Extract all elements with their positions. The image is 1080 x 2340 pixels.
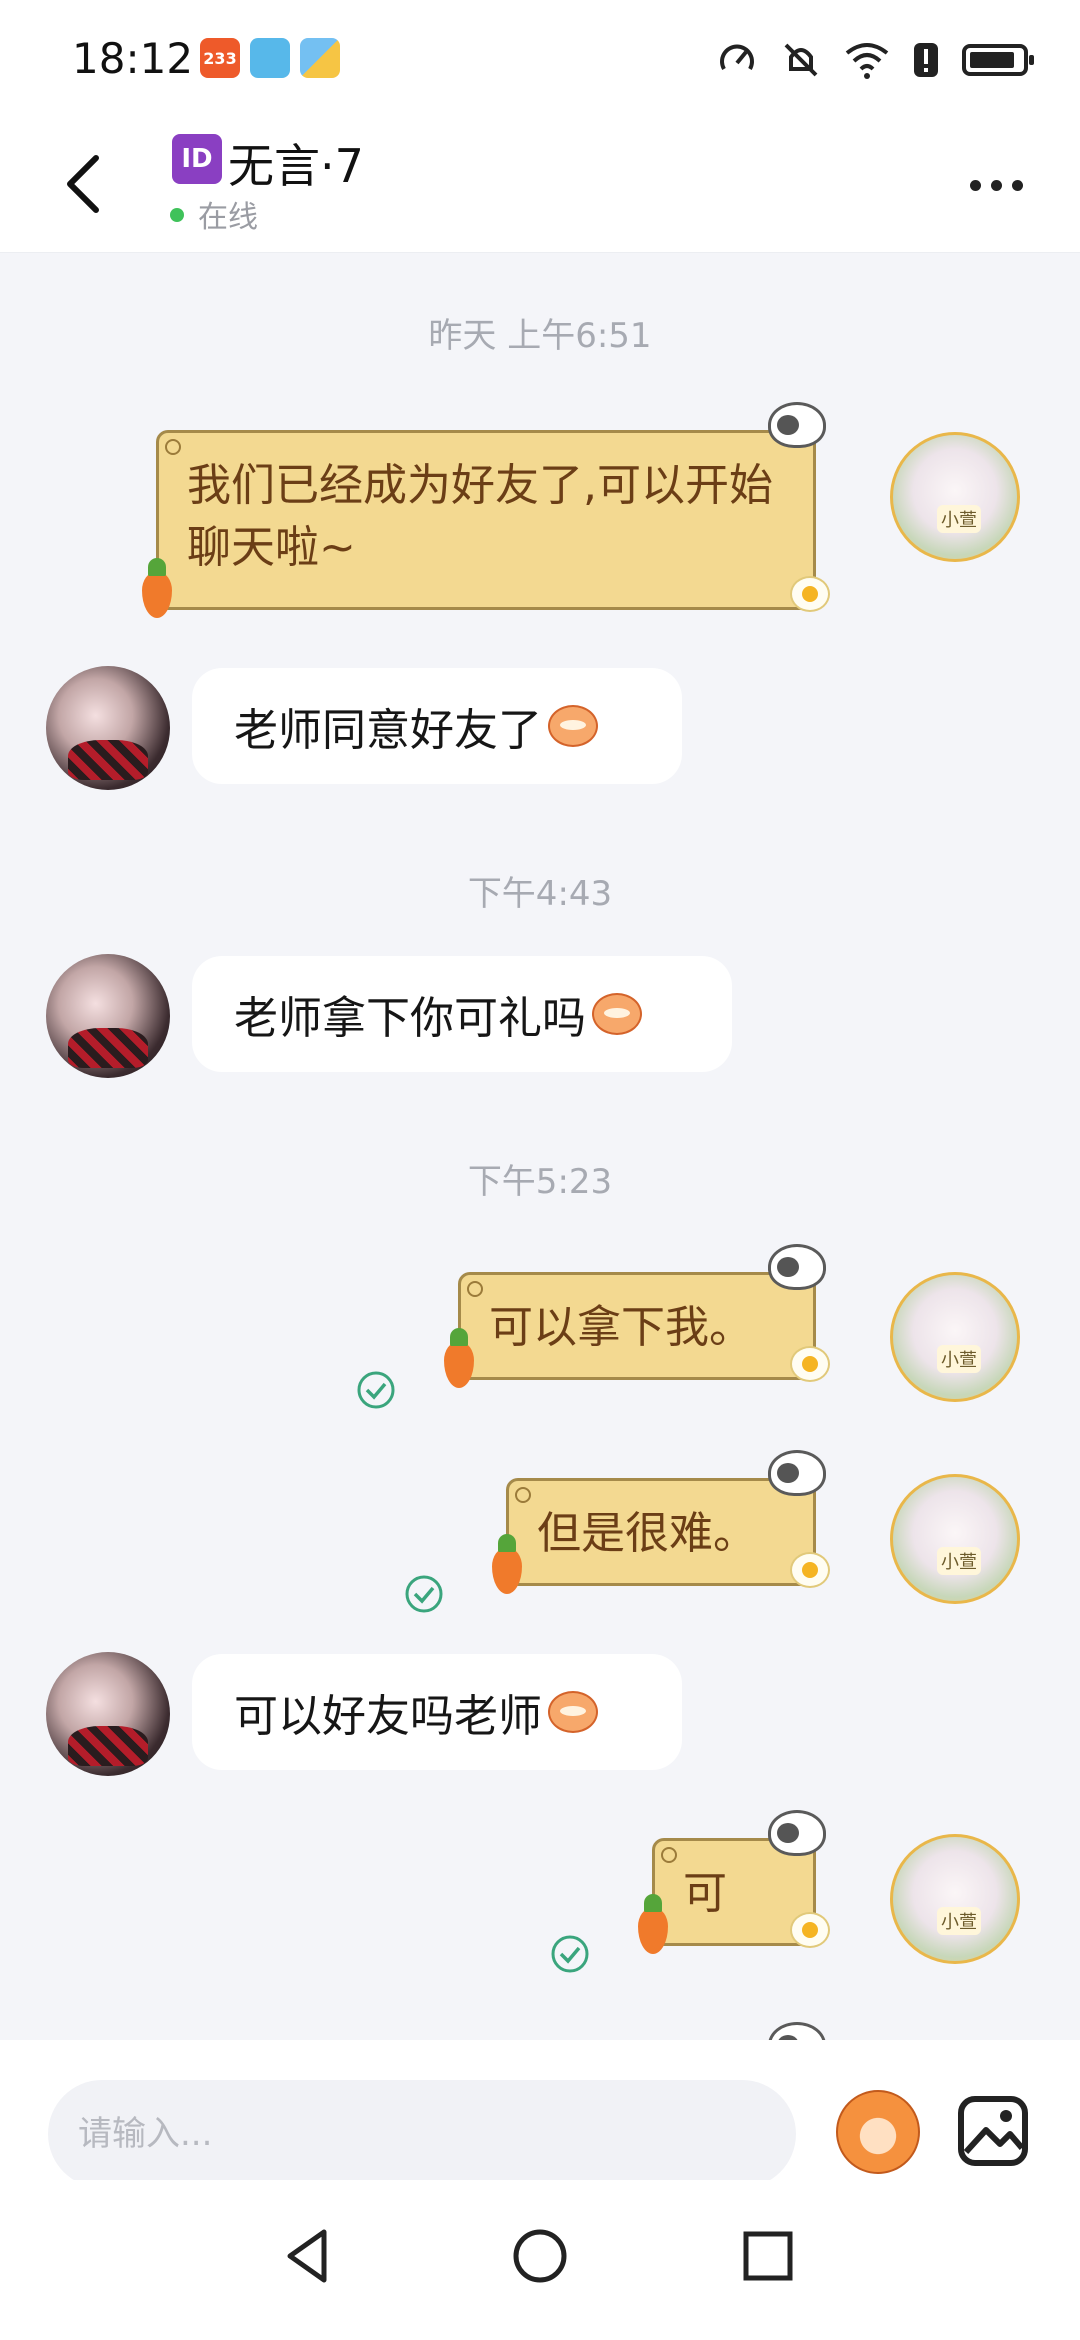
my-avatar[interactable]: 小萱	[890, 1272, 1020, 1402]
pin-icon	[661, 1847, 677, 1863]
message-bubble[interactable]: 我们已经成为好友了,可以开始聊天啦~	[156, 430, 816, 610]
carrot-sticker-icon	[492, 1534, 522, 1594]
message-text: 但是很难。	[537, 1508, 757, 1559]
more-options-button[interactable]	[970, 170, 1030, 200]
dot-icon	[970, 179, 981, 191]
id-badge-label: ID	[181, 144, 213, 174]
weather-app-icon	[300, 38, 340, 78]
input-bar	[0, 2040, 1080, 2188]
id-badge-icon: ID	[172, 134, 222, 184]
monkey-shock-icon	[548, 1691, 598, 1733]
mute-icon	[784, 43, 818, 77]
nav-home-button[interactable]	[508, 2224, 572, 2288]
cat-sticker-icon	[768, 1450, 826, 1496]
cat-sticker-icon	[768, 2022, 826, 2040]
pin-icon	[467, 1281, 483, 1297]
carrot-sticker-icon	[444, 1328, 474, 1388]
carrot-sticker-icon	[142, 558, 172, 618]
message-text: 可以好友吗老师	[234, 1691, 542, 1742]
status-bar: 18:12 233	[0, 0, 1080, 120]
message-text: 我们已经成为好友了,可以开始聊天啦~	[187, 460, 773, 573]
emoji-button[interactable]	[836, 2090, 920, 2174]
pin-icon	[515, 1487, 531, 1503]
avatar-tag: 小萱	[937, 505, 981, 533]
monkey-laugh-icon	[548, 705, 598, 747]
status-time: 18:12	[72, 34, 194, 83]
chat-title[interactable]: 无言·7	[228, 130, 364, 196]
read-check-icon	[404, 1574, 444, 1614]
egg-sticker-icon	[790, 1346, 830, 1382]
my-avatar[interactable]: 小萱	[890, 1474, 1020, 1604]
read-check-icon	[550, 1934, 590, 1974]
message-bubble[interactable]: 老师同意好友了	[192, 668, 682, 784]
dot-icon	[1012, 179, 1023, 191]
egg-sticker-icon	[790, 1912, 830, 1948]
contact-avatar[interactable]	[46, 1652, 170, 1776]
online-dot-icon	[170, 208, 184, 222]
avatar-tag: 小萱	[937, 1547, 981, 1575]
message-input[interactable]	[48, 2080, 796, 2188]
message-timestamp: 下午4:43	[467, 874, 613, 914]
image-button[interactable]	[956, 2094, 1030, 2168]
message-bubble[interactable]: 老师拿下你可礼吗	[192, 956, 732, 1072]
message-text: 老师拿下你可礼吗	[234, 993, 586, 1044]
message-timestamp: 昨天 上午6:51	[428, 316, 652, 356]
egg-sticker-icon	[790, 576, 830, 612]
nav-back-button[interactable]	[276, 2224, 340, 2288]
back-button[interactable]	[56, 150, 116, 218]
egg-sticker-icon	[790, 1552, 830, 1588]
speed-icon	[720, 44, 754, 70]
cat-sticker-icon	[768, 1244, 826, 1290]
avatar-tag: 小萱	[937, 1907, 981, 1935]
message-timestamp: 下午5:23	[467, 1162, 613, 1202]
wifi-icon	[845, 43, 889, 79]
avatar-tag: 小萱	[937, 1345, 981, 1373]
notification-badge-count: 233	[203, 48, 237, 68]
message-text: 可以拿下我。	[489, 1302, 753, 1353]
nav-recents-button[interactable]	[736, 2224, 800, 2288]
message-bubble[interactable]: 可以拿下我。	[458, 1272, 816, 1380]
read-check-icon	[356, 1370, 396, 1410]
carrot-sticker-icon	[638, 1894, 668, 1954]
notification-233-icon: 233	[200, 38, 240, 78]
online-status: 在线	[198, 200, 258, 235]
book-app-icon	[250, 38, 290, 78]
status-icons	[716, 36, 1034, 84]
message-bubble[interactable]: 可以好友吗老师	[192, 1654, 682, 1770]
message-text: 可	[683, 1868, 727, 1919]
system-nav-bar	[0, 2180, 1080, 2340]
message-text: 老师同意好友了	[234, 705, 542, 756]
cat-sticker-icon	[768, 1810, 826, 1856]
contact-avatar[interactable]	[46, 954, 170, 1078]
dot-icon	[991, 179, 1002, 191]
cat-sticker-icon	[768, 402, 826, 448]
my-avatar[interactable]: 小萱	[890, 1834, 1020, 1964]
contact-avatar[interactable]	[46, 666, 170, 790]
monkey-laugh-icon	[592, 993, 642, 1035]
message-bubble[interactable]: 但是很难。	[506, 1478, 816, 1586]
chat-header: ID 无言·7 在线	[0, 120, 1080, 253]
chat-message-list[interactable]: 昨天 上午6:51 我们已经成为好友了,可以开始聊天啦~ 小萱 老师同意好友了 …	[0, 252, 1080, 2040]
battery-icon	[962, 44, 1034, 76]
pin-icon	[165, 439, 181, 455]
my-avatar[interactable]: 小萱	[890, 432, 1020, 562]
alert-icon	[914, 43, 938, 77]
